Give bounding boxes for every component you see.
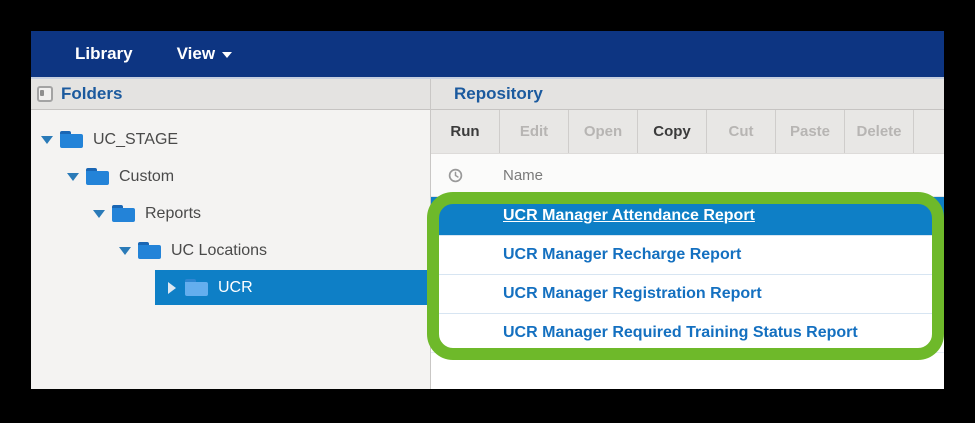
expand-arrow-icon[interactable]	[40, 136, 53, 144]
main-body: Folders UC_STAGE Custom Reports	[31, 79, 944, 389]
report-link[interactable]: UCR Manager Recharge Report	[503, 246, 741, 264]
list-item-recharge-report[interactable]: UCR Manager Recharge Report	[431, 235, 944, 274]
folder-icon	[112, 205, 135, 222]
folder-icon	[138, 242, 161, 259]
collapse-panel-icon[interactable]	[37, 86, 53, 102]
copy-button[interactable]: Copy	[638, 110, 707, 153]
nav-view-label: View	[177, 44, 215, 64]
tree-item-label: Custom	[119, 168, 174, 186]
folder-icon	[185, 279, 208, 296]
chevron-down-icon	[222, 52, 232, 58]
list-item-required-training-status-report[interactable]: UCR Manager Required Training Status Rep…	[431, 313, 944, 353]
folder-icon	[60, 131, 83, 148]
cut-button[interactable]: Cut	[707, 110, 776, 153]
nav-library-label: Library	[75, 44, 133, 64]
tree-item-label: Reports	[145, 205, 201, 223]
repository-panel-header: Repository	[431, 79, 944, 110]
paste-button[interactable]: Paste	[776, 110, 845, 153]
expand-arrow-icon[interactable]	[92, 210, 105, 218]
tree-item-custom[interactable]: Custom	[31, 158, 430, 195]
tree-item-uc-stage[interactable]: UC_STAGE	[31, 121, 430, 158]
tree-item-label: UCR	[218, 279, 253, 297]
list-item-registration-report[interactable]: UCR Manager Registration Report	[431, 274, 944, 313]
expand-arrow-icon[interactable]	[165, 282, 178, 294]
run-button[interactable]: Run	[431, 110, 500, 153]
tree-item-label: UC_STAGE	[93, 131, 178, 149]
tree-item-uc-locations[interactable]: UC Locations	[31, 232, 430, 269]
repository-panel-title: Repository	[454, 84, 543, 104]
folders-panel: Folders UC_STAGE Custom Reports	[31, 79, 431, 389]
tree-item-ucr[interactable]: UCR	[155, 270, 430, 305]
edit-button[interactable]: Edit	[500, 110, 569, 153]
report-link[interactable]: UCR Manager Registration Report	[503, 285, 762, 303]
folder-tree: UC_STAGE Custom Reports UC Locations	[31, 110, 430, 306]
nav-view[interactable]: View	[177, 44, 232, 64]
delete-button[interactable]: Delete	[845, 110, 914, 153]
open-button[interactable]: Open	[569, 110, 638, 153]
expand-arrow-icon[interactable]	[118, 247, 131, 255]
tree-item-reports[interactable]: Reports	[31, 195, 430, 232]
report-link[interactable]: UCR Manager Required Training Status Rep…	[503, 324, 858, 342]
nav-library[interactable]: Library	[75, 44, 133, 64]
tree-item-label: UC Locations	[171, 242, 267, 260]
folders-panel-title: Folders	[61, 84, 122, 104]
report-list: UCR Manager Attendance Report UCR Manage…	[431, 197, 944, 353]
clock-icon[interactable]	[448, 168, 463, 183]
app-window: Library View Folders UC_STAGE	[31, 31, 944, 389]
report-link[interactable]: UCR Manager Attendance Report	[503, 207, 755, 225]
name-column-header[interactable]: Name	[503, 167, 543, 184]
repository-toolbar: Run Edit Open Copy Cut Paste Delete	[431, 110, 944, 154]
list-column-header: Name	[431, 154, 944, 197]
repository-panel: Repository Run Edit Open Copy Cut Paste …	[431, 79, 944, 389]
list-item-attendance-report[interactable]: UCR Manager Attendance Report	[431, 197, 944, 235]
top-navbar: Library View	[31, 31, 944, 79]
expand-arrow-icon[interactable]	[66, 173, 79, 181]
folder-icon	[86, 168, 109, 185]
folders-panel-header: Folders	[31, 79, 430, 110]
